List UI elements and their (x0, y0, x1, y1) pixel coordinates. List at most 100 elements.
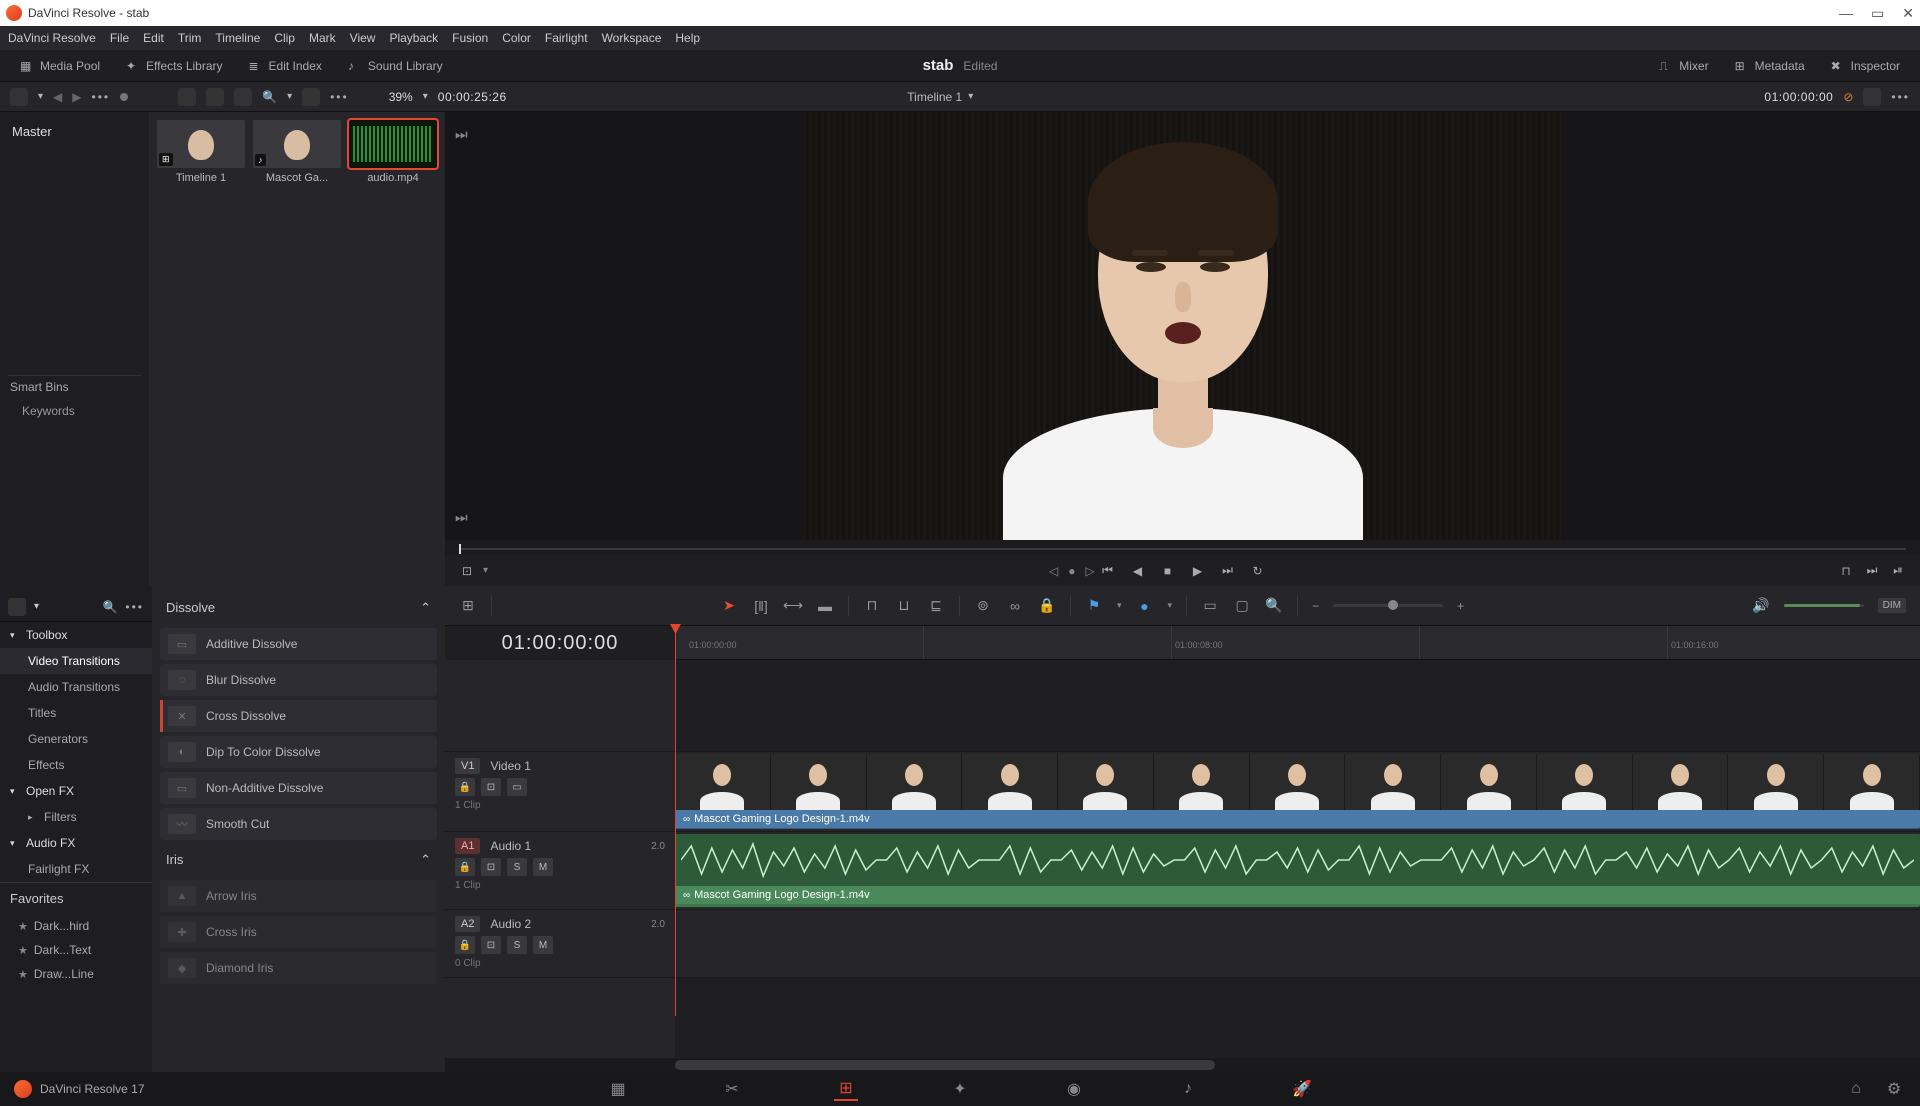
fx-audiofx[interactable]: ▾Audio FX (0, 830, 152, 856)
dim-toggle[interactable]: DIM (1878, 598, 1906, 613)
index-icon[interactable]: ⊞ (459, 597, 477, 615)
more-icon[interactable]: ••• (125, 600, 144, 614)
replace-icon[interactable]: ⊑ (927, 597, 945, 615)
auto-select-button[interactable]: ⊡ (481, 778, 501, 796)
timeline-scrollbar[interactable] (445, 1058, 1920, 1072)
clip-item[interactable]: ♪ Mascot Ga... (253, 120, 341, 184)
search-icon[interactable]: 🔍 (102, 600, 117, 614)
smart-bin-keywords[interactable]: Keywords (8, 398, 141, 424)
view-option-icon[interactable]: ▭ (1201, 597, 1219, 615)
favorite-item[interactable]: ★Dark...hird (0, 914, 152, 938)
media-page-button[interactable]: ▦ (606, 1077, 630, 1101)
dynamic-trim-icon[interactable]: ⟷ (784, 597, 802, 615)
marker-icon[interactable]: ● (1136, 597, 1154, 615)
chevron-down-icon[interactable]: ▾ (968, 91, 973, 102)
track-content[interactable]: ∞Mascot Gaming Logo Design-1.m4v ∞Masco (675, 660, 1920, 1058)
chevron-down-icon[interactable]: ▾ (483, 565, 488, 576)
maximize-button[interactable]: ▭ (1871, 5, 1884, 22)
menu-playback[interactable]: Playback (389, 31, 438, 45)
snap-icon[interactable]: ⊚ (974, 597, 992, 615)
overwrite-icon[interactable]: ⊔ (895, 597, 913, 615)
solo-button[interactable]: S (507, 936, 527, 954)
fx-effects[interactable]: Effects (0, 752, 152, 778)
menu-file[interactable]: File (110, 31, 129, 45)
audio-track-1[interactable]: ∞Mascot Gaming Logo Design-1.m4v (675, 832, 1920, 910)
view-option-icon[interactable]: ▢ (1233, 597, 1251, 615)
insert-icon[interactable]: ⊓ (863, 597, 881, 615)
bypass-icon[interactable]: ⊘ (1843, 90, 1853, 104)
deliver-page-button[interactable]: 🚀 (1290, 1077, 1314, 1101)
fx-filters[interactable]: ▸Filters (0, 804, 152, 830)
menu-clip[interactable]: Clip (274, 31, 295, 45)
viewer-more-icon[interactable]: ••• (1891, 90, 1910, 104)
fx-item-arrow-iris[interactable]: ▲Arrow Iris (160, 880, 437, 912)
clip-item[interactable]: ⊞ Timeline 1 (157, 120, 245, 184)
lock-track-button[interactable]: 🔒 (455, 858, 475, 876)
effects-library-toggle[interactable]: ✦Effects Library (116, 55, 232, 77)
trim-tool[interactable]: [‖] (752, 597, 770, 615)
next-frame-button[interactable]: ⏭ (1220, 563, 1236, 579)
search-icon[interactable]: 🔍 (262, 90, 277, 104)
video-clip[interactable]: ∞Mascot Gaming Logo Design-1.m4v (675, 754, 1920, 829)
more-icon[interactable]: ••• (330, 90, 349, 104)
edit-index-toggle[interactable]: ≣Edit Index (239, 55, 332, 77)
solo-button[interactable]: S (507, 858, 527, 876)
viewer-scrubber[interactable] (445, 540, 1920, 555)
mute-button[interactable]: M (533, 936, 553, 954)
fx-titles[interactable]: Titles (0, 700, 152, 726)
chevron-down-icon[interactable]: ▾ (1117, 600, 1122, 611)
track-header-audio1[interactable]: A1Audio 12.0 🔒 ⊡ S M 1 Clip (445, 832, 675, 910)
menu-fairlight[interactable]: Fairlight (545, 31, 588, 45)
sort-icon[interactable] (302, 88, 320, 106)
fx-item-diamond-iris[interactable]: ◆Diamond Iris (160, 952, 437, 984)
cut-page-button[interactable]: ✂ (720, 1077, 744, 1101)
fusion-page-button[interactable]: ✦ (948, 1077, 972, 1101)
chevron-down-icon[interactable]: ▾ (423, 91, 428, 102)
fx-group-dissolve[interactable]: Dissolve⌃ (160, 592, 437, 624)
go-last-icon[interactable]: ⏯ (1890, 563, 1906, 579)
fx-item-smooth-cut[interactable]: 〰Smooth Cut (160, 808, 437, 840)
sound-library-toggle[interactable]: ♪Sound Library (338, 55, 453, 77)
view-grid-icon[interactable] (206, 88, 224, 106)
fx-audio-transitions[interactable]: Audio Transitions (0, 674, 152, 700)
menu-workspace[interactable]: Workspace (602, 31, 662, 45)
media-pool-toggle[interactable]: ▦Media Pool (10, 55, 110, 77)
menu-davinci[interactable]: DaVinci Resolve (8, 31, 96, 45)
menu-color[interactable]: Color (502, 31, 531, 45)
inspector-toggle[interactable]: ✖Inspector (1821, 55, 1910, 77)
menu-help[interactable]: Help (675, 31, 700, 45)
program-viewer[interactable]: ⏭ ⏭ (445, 112, 1920, 540)
fx-item-additive-dissolve[interactable]: ▭Additive Dissolve (160, 628, 437, 660)
fx-generators[interactable]: Generators (0, 726, 152, 752)
menu-edit[interactable]: Edit (143, 31, 164, 45)
prev-frame-button[interactable]: ◀ (1130, 563, 1146, 579)
mute-button[interactable]: M (533, 858, 553, 876)
track-header-audio2[interactable]: A2Audio 22.0 🔒 ⊡ S M 0 Clip (445, 910, 675, 978)
fx-group-iris[interactable]: Iris⌃ (160, 844, 437, 876)
jump-end-icon[interactable]: ⏭ (455, 126, 468, 143)
auto-select-button[interactable]: ⊡ (481, 936, 501, 954)
audio-track-2[interactable] (675, 910, 1920, 978)
jump-end-icon[interactable]: ⏭ (455, 509, 468, 526)
selection-tool[interactable]: ➤ (720, 597, 738, 615)
go-end-icon[interactable]: ⏭ (1864, 563, 1880, 579)
timeline-ruler[interactable]: 01:00:00:00 01:00:08:00 01:00:16:00 (675, 626, 1920, 660)
fairlight-page-button[interactable]: ♪ (1176, 1077, 1200, 1101)
zoom-in-icon[interactable]: + (1457, 599, 1464, 613)
dual-viewer-icon[interactable] (1863, 88, 1881, 106)
fx-item-non-additive[interactable]: ▭Non-Additive Dissolve (160, 772, 437, 804)
disable-track-button[interactable]: ▭ (507, 778, 527, 796)
playhead[interactable] (675, 626, 676, 1016)
panel-icon[interactable] (8, 598, 26, 616)
fx-fairlightfx[interactable]: Fairlight FX (0, 856, 152, 882)
auto-select-button[interactable]: ⊡ (481, 858, 501, 876)
lock-icon[interactable]: 🔒 (1038, 597, 1056, 615)
flag-icon[interactable]: ⚑ (1085, 597, 1103, 615)
fx-openfx[interactable]: ▾Open FX (0, 778, 152, 804)
color-page-button[interactable]: ◉ (1062, 1077, 1086, 1101)
favorite-item[interactable]: ★Draw...Line (0, 962, 152, 986)
stop-button[interactable]: ■ (1160, 563, 1176, 579)
home-icon[interactable]: ⌂ (1844, 1077, 1868, 1101)
timeline-name[interactable]: Timeline 1 (907, 90, 962, 104)
volume-slider[interactable] (1784, 604, 1864, 607)
